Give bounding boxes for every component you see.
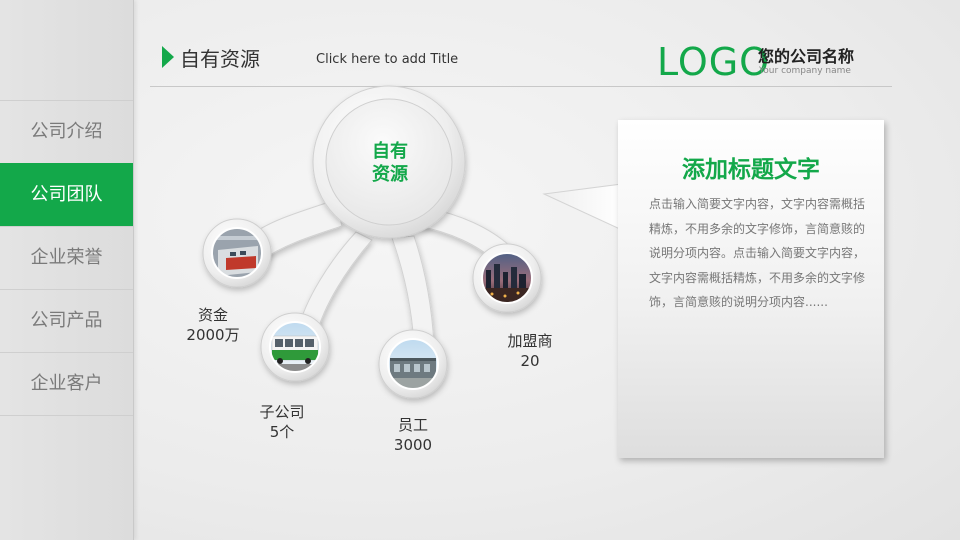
node-funds-value: 2000万 [186, 326, 240, 344]
node-funds-label: 资金 2000万 [180, 305, 246, 345]
node-employees[interactable] [378, 329, 448, 399]
callout-title[interactable]: 添加标题文字 [618, 150, 884, 184]
node-franchisees-name: 加盟商 [507, 332, 553, 350]
callout-pointer [542, 183, 623, 231]
node-employees-value: 3000 [393, 436, 433, 454]
node-subsidiaries[interactable] [260, 312, 330, 382]
center-node-line: 资源 [372, 164, 408, 185]
node-employees-name: 员工 [397, 416, 428, 434]
node-employees-label: 员工 3000 [383, 415, 443, 455]
center-node-text: 自有 资源 [350, 140, 430, 186]
center-node-label: 自有 资源 [350, 140, 430, 186]
callout-body[interactable]: 点击输入简要文字内容，文字内容需概括精炼，不用多余的文字修饰，言简意赅的说明分项… [649, 192, 865, 315]
node-franchisees-label: 加盟商 20 [500, 331, 560, 371]
node-franchisees-value: 20 [520, 352, 540, 370]
callout-box: 添加标题文字 点击输入简要文字内容，文字内容需概括精炼，不用多余的文字修饰，言简… [618, 120, 884, 458]
node-funds[interactable] [202, 218, 272, 288]
node-funds-name: 资金 [197, 306, 228, 324]
node-subsidiaries-value: 5个 [269, 423, 295, 441]
node-subsidiaries-label: 子公司 5个 [250, 402, 314, 442]
node-franchisees[interactable] [472, 243, 542, 313]
center-node-line: 自有 [372, 141, 408, 162]
node-subsidiaries-name: 子公司 [259, 403, 305, 421]
